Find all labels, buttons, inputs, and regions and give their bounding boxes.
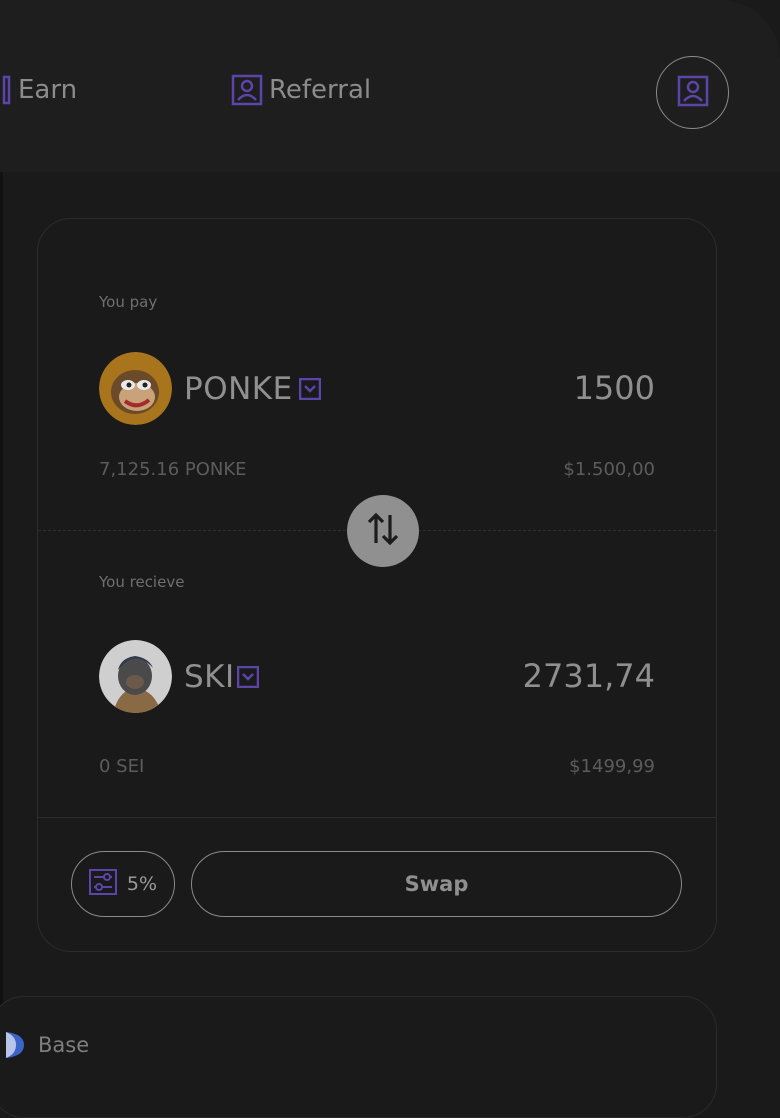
swap-card: You pay PONKE 1500 7,125.16 PONKE $1.500… (37, 218, 717, 952)
earn-icon (2, 74, 12, 106)
pay-token-selector[interactable]: PONKE (99, 352, 321, 425)
swap-button-label: Swap (404, 872, 469, 896)
switch-tokens-button[interactable] (347, 495, 419, 567)
slippage-settings-button[interactable]: 5% (71, 851, 175, 917)
slippage-value: 5% (126, 873, 158, 895)
receive-token-selector[interactable]: SKI (99, 640, 259, 713)
nav-earn-label: Earn (18, 75, 78, 105)
nav-referral[interactable]: Referral (231, 74, 371, 106)
swap-arrows-icon (363, 509, 403, 553)
sliders-icon (88, 868, 117, 900)
receive-balance: 0 SEI (99, 756, 145, 777)
pay-amount-input[interactable]: 1500 (574, 369, 655, 407)
nav-earn[interactable]: Earn (2, 74, 77, 106)
receive-token-name: SKI (184, 658, 235, 695)
left-edge (0, 172, 3, 1084)
pay-label: You pay (99, 293, 158, 311)
top-nav-bar: Earn Referral (0, 0, 780, 172)
user-frame-icon (676, 74, 710, 112)
nav-referral-label: Referral (269, 75, 372, 105)
pay-usd-value: $1.500,00 (563, 459, 655, 480)
swap-button[interactable]: Swap (191, 851, 682, 917)
ski-token-avatar (99, 640, 172, 713)
network-selector[interactable]: Base (4, 1030, 89, 1060)
receive-usd-value: $1499,99 (569, 756, 655, 777)
network-label: Base (38, 1033, 90, 1057)
base-network-icon (4, 1030, 28, 1060)
user-frame-icon (231, 74, 263, 106)
ponke-token-avatar (99, 352, 172, 425)
network-card (0, 996, 717, 1118)
receive-amount: 2731,74 (522, 657, 655, 695)
pay-balance: 7,125.16 PONKE (99, 459, 247, 480)
profile-button[interactable] (656, 56, 729, 129)
chevron-down-icon (298, 377, 321, 400)
pay-token-name: PONKE (184, 370, 293, 407)
footer-divider (38, 817, 716, 818)
chevron-down-icon (236, 665, 259, 688)
receive-label: You recieve (99, 573, 185, 591)
